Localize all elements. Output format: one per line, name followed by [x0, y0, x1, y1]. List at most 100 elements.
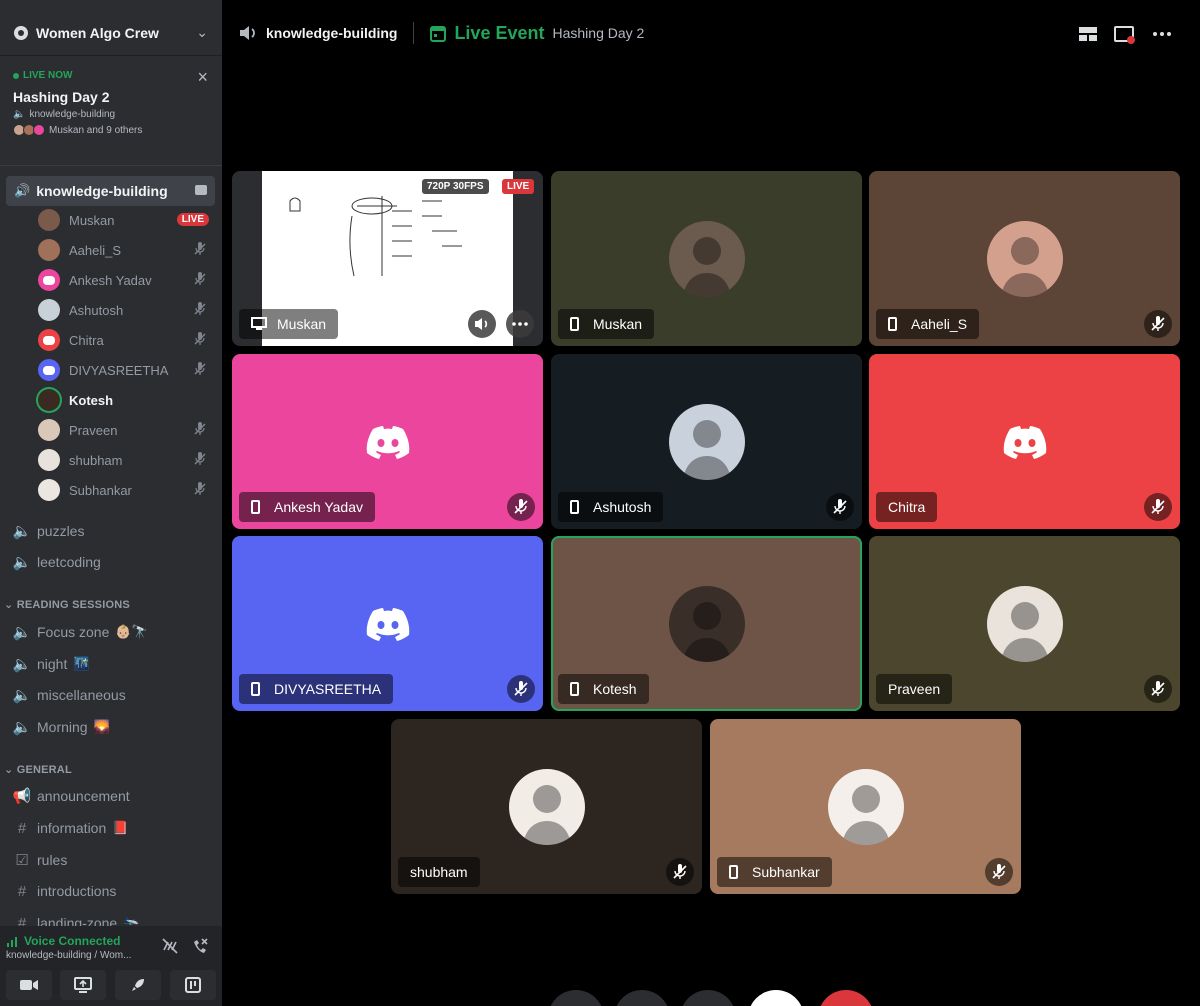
- deafen-icon: [194, 272, 206, 285]
- speaker-icon: 🔈: [12, 554, 32, 571]
- channel-knowledge-building[interactable]: 🔊 knowledge-building: [6, 176, 215, 206]
- muted-indicator: [1144, 493, 1172, 521]
- channel-morning[interactable]: 🔈 Morning 🌄: [12, 714, 217, 740]
- participant-tile-praveen[interactable]: Praveen: [869, 536, 1180, 711]
- voice-member-divyasreetha[interactable]: DIVYASREETHA: [38, 356, 215, 384]
- voice-member-aaheli[interactable]: Aaheli_S: [38, 236, 215, 264]
- muted-indicator: [826, 493, 854, 521]
- voice-status[interactable]: Voice Connected: [6, 934, 120, 948]
- popout-icon[interactable]: [1112, 22, 1136, 46]
- speaker-icon: 🔈: [12, 719, 32, 736]
- live-badge: LIVE: [176, 213, 209, 226]
- participant-tile-divyasreetha[interactable]: DIVYASREETHA: [232, 536, 543, 711]
- noise-suppression-icon[interactable]: [160, 936, 180, 956]
- hash-icon: #: [17, 882, 27, 900]
- voice-member-subhankar[interactable]: Subhankar: [38, 476, 215, 504]
- stream-live-badge: LIVE: [502, 179, 535, 194]
- more-options-icon[interactable]: [1150, 22, 1174, 46]
- stream-volume-button[interactable]: [468, 310, 496, 338]
- mic-off-icon: [833, 499, 847, 514]
- call-control-button[interactable]: [680, 990, 736, 1006]
- header-channel-name: knowledge-building: [266, 25, 398, 41]
- voice-channel-path[interactable]: knowledge-building / Wom...: [6, 950, 131, 961]
- voice-member-shubham[interactable]: shubham: [38, 446, 215, 474]
- live-event-title: Hashing Day 2: [13, 89, 110, 105]
- camera-icon: [20, 980, 38, 990]
- disconnect-icon[interactable]: [190, 936, 210, 956]
- channel-focus-zone[interactable]: 🔈 Focus zone 👶🏼🔭: [12, 619, 217, 645]
- live-now-card[interactable]: LIVE NOW × Hashing Day 2 🔈 knowledge-buil…: [0, 58, 222, 166]
- speaker-icon: 🔈: [12, 687, 32, 704]
- tile-name-label: Muskan: [558, 309, 655, 339]
- person-silhouette-icon: [682, 236, 731, 297]
- person-silhouette-icon: [841, 784, 890, 845]
- mobile-device-icon: [251, 682, 260, 696]
- channel-night[interactable]: 🔈 night 🌃: [12, 651, 217, 677]
- screen-icon: [251, 317, 267, 330]
- channel-puzzles[interactable]: 🔈 puzzles: [12, 518, 217, 544]
- channel-rules[interactable]: ☑ rules: [12, 847, 217, 873]
- participant-tile-subhankar[interactable]: Subhankar: [710, 719, 1021, 894]
- channel-information[interactable]: # information 📕: [12, 815, 217, 841]
- voice-member-muskan[interactable]: Muskan LIVE: [38, 206, 215, 234]
- channel-introductions[interactable]: # introductions: [12, 878, 217, 904]
- deafen-icon: [194, 452, 206, 465]
- category-reading-sessions[interactable]: ⌄ READING SESSIONS: [4, 598, 130, 611]
- call-control-button[interactable]: [548, 990, 604, 1006]
- soundboard-button[interactable]: [170, 970, 216, 1000]
- person-silhouette-icon: [1000, 601, 1049, 662]
- deafen-icon: [194, 242, 206, 255]
- participant-tile-shubham[interactable]: shubham: [391, 719, 702, 894]
- voice-member-ankesh[interactable]: Ankesh Yadav: [38, 266, 215, 294]
- channel-leetcoding[interactable]: 🔈 leetcoding: [12, 549, 217, 575]
- avatar: [986, 585, 1063, 662]
- screen-share-button[interactable]: [60, 970, 106, 1000]
- chevron-down-icon[interactable]: ⌄: [196, 24, 208, 41]
- channel-miscellaneous[interactable]: 🔈 miscellaneous: [12, 682, 217, 708]
- mobile-device-icon: [570, 500, 579, 514]
- call-control-button[interactable]: [614, 990, 670, 1006]
- voice-member-praveen[interactable]: Praveen: [38, 416, 215, 444]
- chat-icon[interactable]: [195, 185, 207, 195]
- live-members-text: Muskan and 9 others: [49, 124, 143, 136]
- stream-tile-muskan[interactable]: 720P 30FPS LIVE Muskan: [232, 171, 543, 346]
- mic-off-icon: [1151, 316, 1165, 331]
- avatar: [38, 359, 60, 381]
- participant-tile-aaheli-s[interactable]: Aaheli_S: [869, 171, 1180, 346]
- speaker-icon: [240, 26, 255, 40]
- tile-name-label: Muskan: [239, 309, 339, 339]
- speaker-icon: 🔈: [12, 523, 32, 540]
- deafen-icon: [194, 302, 206, 315]
- rocket-icon: [132, 979, 144, 991]
- deafen-icon: [194, 332, 206, 345]
- participant-tile-muskan[interactable]: Muskan: [551, 171, 862, 346]
- avatar: [668, 220, 745, 297]
- channel-announcement[interactable]: 📢 announcement: [12, 783, 217, 809]
- live-event-label[interactable]: Live Event: [454, 23, 544, 44]
- voice-member-ashutosh[interactable]: Ashutosh: [38, 296, 215, 324]
- avatar: [38, 389, 60, 411]
- tile-name-label: Praveen: [876, 674, 953, 704]
- stream-more-button[interactable]: [506, 310, 534, 338]
- activity-button[interactable]: [115, 970, 161, 1000]
- volume-icon: [475, 318, 488, 330]
- category-general[interactable]: ⌄ GENERAL: [4, 763, 72, 776]
- participant-tile-kotesh[interactable]: Kotesh: [551, 536, 862, 711]
- participant-tile-chitra[interactable]: Chitra: [869, 354, 1180, 529]
- mobile-device-icon: [251, 500, 260, 514]
- leave-call-button[interactable]: [818, 990, 874, 1006]
- call-control-button[interactable]: [748, 990, 804, 1006]
- screen-share-icon: [74, 977, 92, 993]
- checkbox-icon: ☑: [15, 852, 29, 869]
- server-header[interactable]: Women Algo Crew ⌄: [0, 10, 222, 56]
- participant-tile-ankesh-yadav[interactable]: Ankesh Yadav: [232, 354, 543, 529]
- layout-grid-icon[interactable]: [1076, 22, 1100, 46]
- avatar: [827, 768, 904, 845]
- participant-tile-ashutosh[interactable]: Ashutosh: [551, 354, 862, 529]
- close-icon[interactable]: ×: [197, 68, 208, 86]
- camera-button[interactable]: [6, 970, 52, 1000]
- tile-name-label: Kotesh: [558, 674, 649, 704]
- voice-member-kotesh[interactable]: Kotesh: [38, 386, 215, 414]
- tile-name-label: Aaheli_S: [876, 309, 980, 339]
- voice-member-chitra[interactable]: Chitra: [38, 326, 215, 354]
